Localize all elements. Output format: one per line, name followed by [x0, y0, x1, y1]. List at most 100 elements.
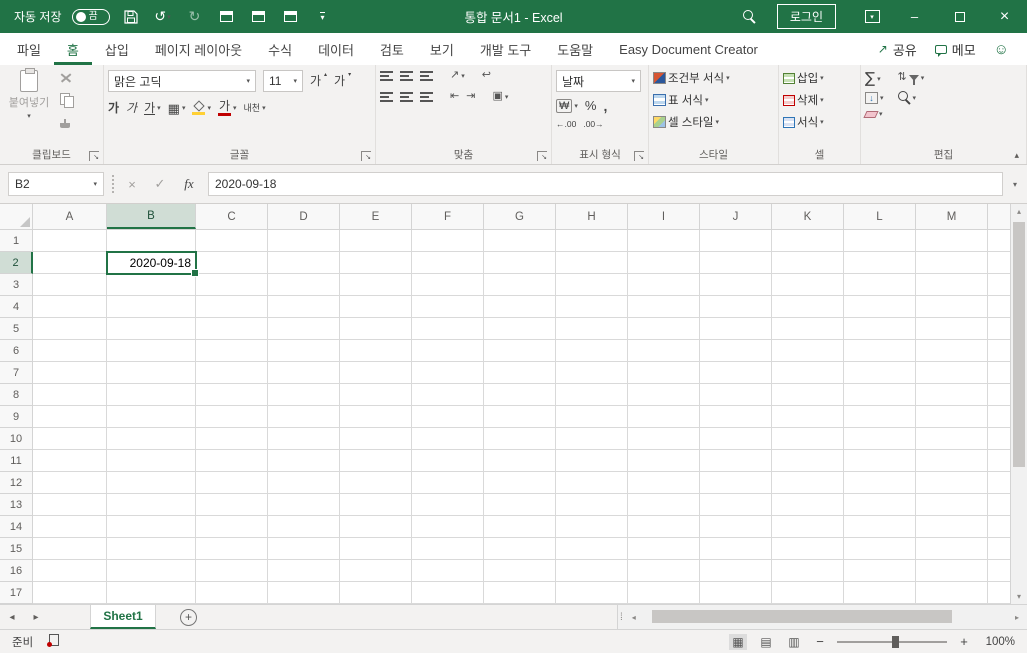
row-header-3[interactable]: 3 — [0, 274, 33, 296]
column-header-K[interactable]: K — [772, 204, 844, 229]
sort-filter-button[interactable]: ⇅ ▾ — [898, 72, 924, 85]
decrease-indent-button[interactable]: ⇤ — [450, 91, 459, 102]
scroll-right-arrow[interactable]: ▸ — [1009, 613, 1025, 622]
cut-button[interactable] — [60, 72, 73, 86]
row-header-16[interactable]: 16 — [0, 560, 33, 582]
row-header-14[interactable]: 14 — [0, 516, 33, 538]
increase-decimal-button[interactable]: ←.00 — [556, 120, 576, 129]
formula-input[interactable]: 2020-09-18 — [208, 172, 1003, 196]
row-header-9[interactable]: 9 — [0, 406, 33, 428]
enter-button[interactable]: ✓ — [150, 176, 170, 192]
redo-button[interactable]: ↻ — [184, 0, 206, 33]
font-dialog-launcher[interactable]: ↘ — [361, 151, 371, 161]
column-header-C[interactable]: C — [196, 204, 268, 229]
quick-access-button-2[interactable] — [248, 0, 270, 33]
horizontal-scroll-track[interactable] — [642, 605, 1009, 629]
underline-button[interactable]: 가 ▾ — [144, 102, 161, 115]
column-header-J[interactable]: J — [700, 204, 772, 229]
row-header-12[interactable]: 12 — [0, 472, 33, 494]
column-header-B[interactable]: B — [107, 204, 196, 229]
number-format-select[interactable]: 날짜 ▾ — [556, 70, 641, 92]
phonetic-button[interactable]: 내천 ▾ — [244, 103, 266, 113]
feedback-smiley-button[interactable]: ☺ — [994, 41, 1009, 58]
number-dialog-launcher[interactable]: ↘ — [634, 151, 644, 161]
vertical-scroll-thumb[interactable] — [1013, 222, 1025, 467]
accounting-format-button[interactable]: ₩ ▾ — [556, 98, 578, 113]
tab-view[interactable]: 보기 — [417, 33, 467, 65]
column-header-I[interactable]: I — [628, 204, 700, 229]
decrease-decimal-button[interactable]: .00→ — [583, 120, 603, 129]
font-name-select[interactable]: 맑은 고딕 ▾ — [108, 70, 256, 92]
tab-file[interactable]: 파일 — [4, 33, 54, 65]
tab-insert[interactable]: 삽입 — [92, 33, 142, 65]
formula-bar-handle[interactable] — [112, 175, 114, 193]
view-page-break-button[interactable]: ▥ — [785, 634, 803, 650]
tab-page-layout[interactable]: 페이지 레이아웃 — [142, 33, 255, 65]
column-header-F[interactable]: F — [412, 204, 484, 229]
search-button[interactable] — [739, 0, 761, 33]
format-painter-button[interactable] — [60, 117, 73, 131]
view-normal-button[interactable]: ▦ — [729, 633, 747, 650]
tab-review[interactable]: 검토 — [367, 33, 417, 65]
column-header-H[interactable]: H — [556, 204, 628, 229]
sheet-tab-sheet1[interactable]: Sheet1 — [90, 605, 156, 629]
collapse-ribbon-button[interactable]: ▴ — [1014, 150, 1019, 161]
column-header-L[interactable]: L — [844, 204, 916, 229]
select-all-corner[interactable] — [0, 204, 33, 229]
zoom-in-button[interactable]: + — [957, 634, 971, 649]
cells-area[interactable]: 2020-09-18 — [33, 230, 1010, 604]
zoom-slider[interactable] — [837, 635, 947, 648]
scroll-up-arrow[interactable]: ▴ — [1011, 207, 1027, 216]
conditional-formatting-button[interactable]: 조건부 서식 ▾ — [653, 70, 774, 86]
align-middle-button[interactable] — [400, 70, 413, 81]
font-color-button[interactable]: 가 ▾ — [217, 100, 237, 116]
tab-help[interactable]: 도움말 — [544, 33, 606, 65]
row-header-10[interactable]: 10 — [0, 428, 33, 450]
fill-button[interactable]: ↓ ▾ — [865, 92, 884, 104]
align-top-button[interactable] — [380, 70, 393, 81]
row-header-1[interactable]: 1 — [0, 230, 33, 252]
align-left-button[interactable] — [380, 91, 393, 102]
tab-data[interactable]: 데이터 — [305, 33, 367, 65]
increase-indent-button[interactable]: ⇥ — [466, 91, 475, 102]
wrap-text-button[interactable]: ↩ — [482, 70, 491, 81]
view-page-layout-button[interactable]: ▤ — [757, 634, 775, 650]
macro-record-button[interactable] — [47, 634, 60, 649]
scroll-down-arrow[interactable]: ▾ — [1011, 592, 1027, 601]
share-button[interactable]: ↗ 공유 — [878, 40, 917, 59]
row-header-2[interactable]: 2 — [0, 252, 33, 274]
column-header-M[interactable]: M — [916, 204, 988, 229]
italic-button[interactable]: 가 — [126, 102, 137, 114]
clear-button[interactable]: ▾ — [863, 110, 884, 118]
row-header-4[interactable]: 4 — [0, 296, 33, 318]
horizontal-scroll-thumb[interactable] — [651, 610, 952, 623]
row-header-17[interactable]: 17 — [0, 582, 33, 604]
grow-font-button[interactable]: 가 ▴ — [310, 72, 327, 87]
cell-styles-button[interactable]: 셀 스타일 ▾ — [653, 114, 774, 130]
split-handle[interactable]: ⁞ — [620, 612, 623, 623]
login-button[interactable]: 로그인 — [776, 4, 836, 29]
sheet-nav-right-button[interactable]: ▸ — [24, 605, 48, 629]
shrink-font-button[interactable]: 가 ▾ — [334, 72, 351, 87]
selected-cell-B2[interactable]: 2020-09-18 — [106, 251, 199, 277]
sheet-nav-left-button[interactable]: ◂ — [0, 605, 24, 629]
alignment-dialog-launcher[interactable]: ↘ — [537, 151, 547, 161]
vertical-scrollbar[interactable]: ▴ ▾ — [1010, 204, 1027, 604]
autosave-toggle[interactable]: 끔 — [71, 8, 110, 25]
tab-easy-document-creator[interactable]: Easy Document Creator — [606, 33, 771, 65]
tab-formulas[interactable]: 수식 — [255, 33, 305, 65]
autosum-button[interactable]: ∑ ▾ — [865, 71, 884, 86]
column-header-G[interactable]: G — [484, 204, 556, 229]
column-header-A[interactable]: A — [33, 204, 107, 229]
align-center-button[interactable] — [400, 91, 413, 102]
zoom-level[interactable]: 100% — [981, 636, 1015, 648]
insert-function-button[interactable]: fx — [178, 176, 200, 192]
save-button[interactable] — [120, 0, 142, 33]
font-size-select[interactable]: 11 ▾ — [263, 70, 303, 92]
zoom-out-button[interactable]: − — [813, 634, 827, 649]
orientation-button[interactable]: ↗ ▾ — [450, 70, 465, 81]
row-header-8[interactable]: 8 — [0, 384, 33, 406]
expand-formula-bar-button[interactable]: ▾ — [1011, 180, 1019, 189]
close-button[interactable]: × — [982, 0, 1027, 33]
comments-button[interactable]: 메모 — [934, 40, 976, 59]
